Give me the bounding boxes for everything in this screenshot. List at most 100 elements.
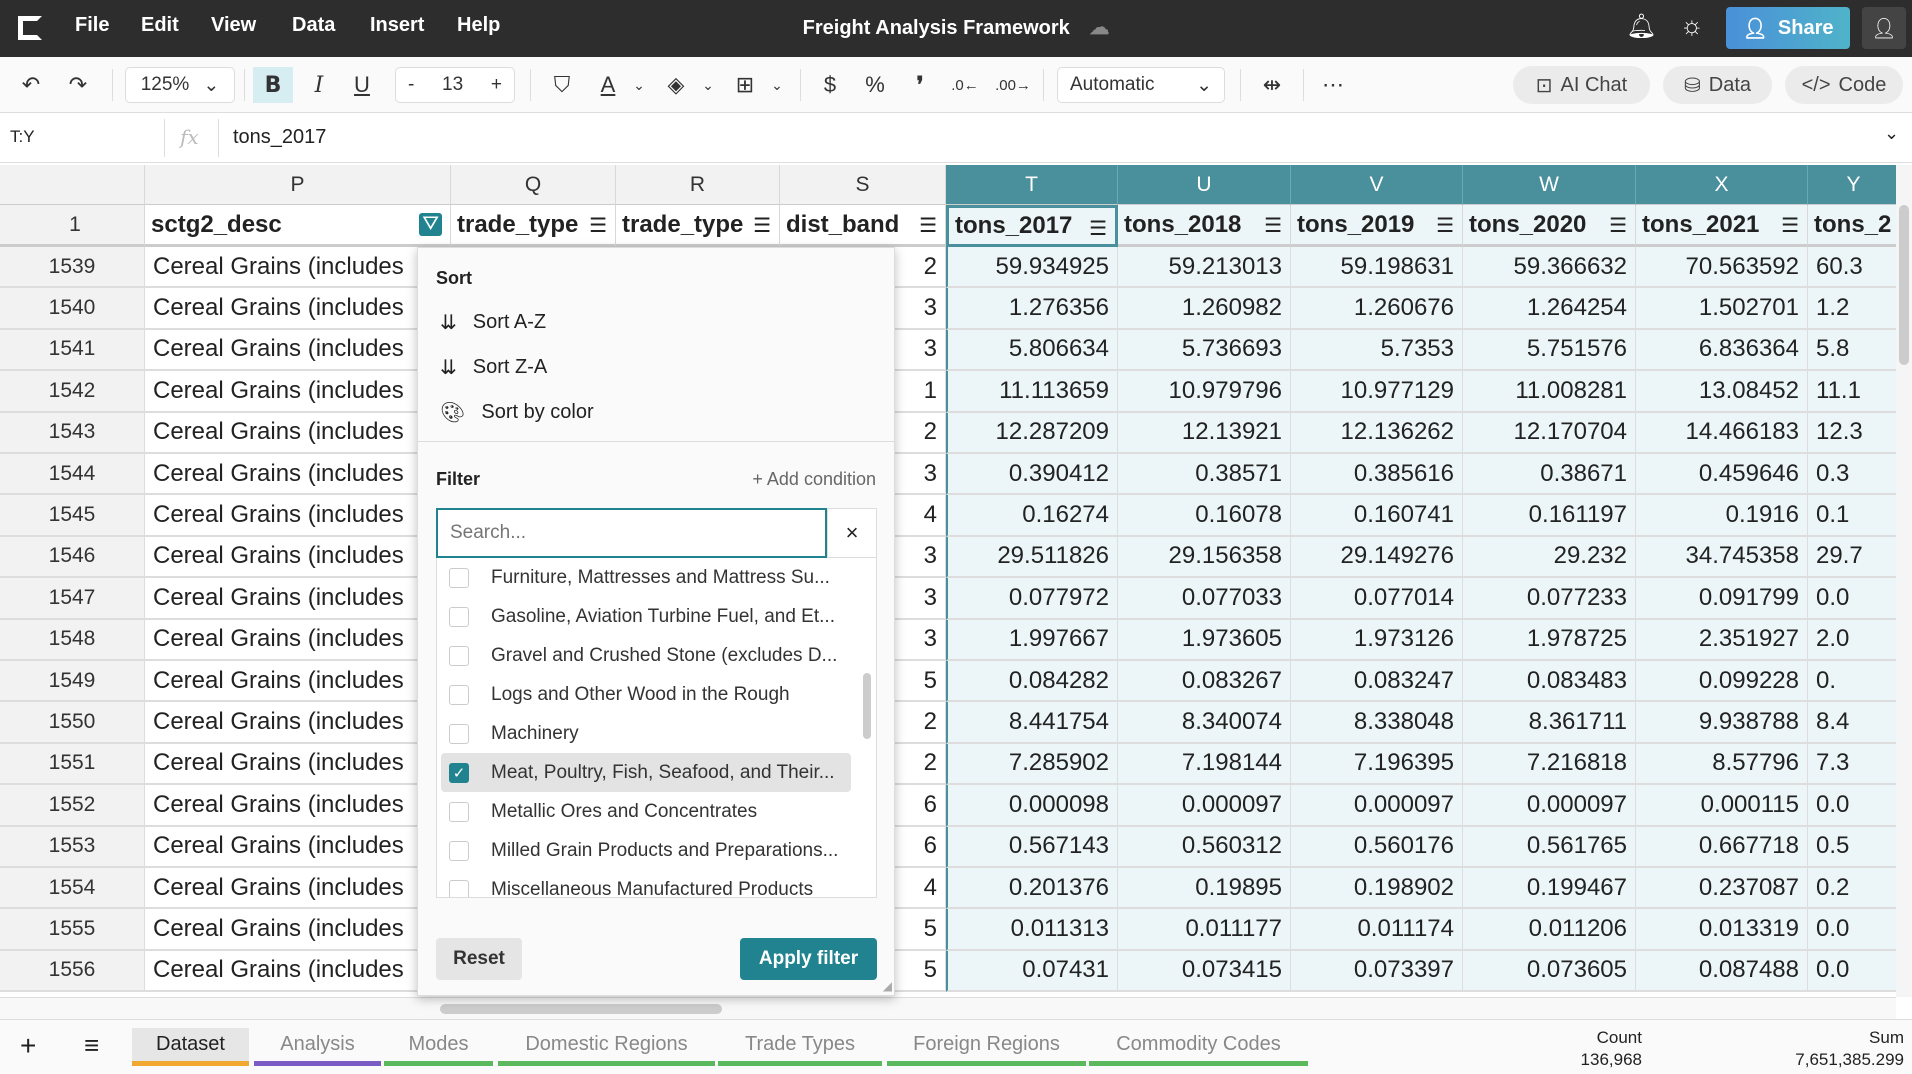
row-number[interactable]: 1539 xyxy=(0,247,145,288)
cell-sctg2-desc[interactable]: Cereal Grains (includes xyxy=(145,537,451,578)
cell-tons_2018[interactable]: 0.000097 xyxy=(1118,785,1291,826)
column-header-X[interactable]: X xyxy=(1636,165,1808,205)
cell-tons_2021[interactable]: 0.237087 xyxy=(1636,868,1808,909)
cell-sctg2-desc[interactable]: Cereal Grains (includes xyxy=(145,951,451,992)
row-number[interactable]: 1543 xyxy=(0,413,145,454)
formula-input[interactable]: tons_2017 xyxy=(233,126,326,149)
cell-sctg2-desc[interactable]: Cereal Grains (includes xyxy=(145,702,451,743)
wrap-text-icon[interactable]: ⇹ xyxy=(1256,67,1288,103)
filter-value-item[interactable]: Gravel and Crushed Stone (excludes D... xyxy=(441,636,851,675)
sheet-tab-trade-types[interactable]: Trade Types xyxy=(718,1028,882,1066)
cell-tons_2021[interactable]: 1.502701 xyxy=(1636,288,1808,329)
field-header-tons_2020[interactable]: tons_2020☰ xyxy=(1463,205,1636,247)
add-sheet-icon[interactable]: + xyxy=(20,1030,36,1062)
expand-formula-icon[interactable]: ⌄ xyxy=(1884,123,1899,144)
italic-button[interactable]: I xyxy=(303,67,335,103)
cell-tons_2018[interactable]: 29.156358 xyxy=(1118,537,1291,578)
cell-sctg2-desc[interactable]: Cereal Grains (includes xyxy=(145,495,451,536)
borders-icon[interactable]: ⊞ xyxy=(731,67,759,103)
cell-tons_2018[interactable]: 1.973605 xyxy=(1118,620,1291,661)
row-number[interactable]: 1555 xyxy=(0,909,145,950)
cell-tons_2020[interactable]: 0.199467 xyxy=(1463,868,1636,909)
cell-tons_2019[interactable]: 1.973126 xyxy=(1291,620,1463,661)
sheet-tab-dataset[interactable]: Dataset xyxy=(132,1028,249,1066)
cell-tons_2017[interactable]: 0.390412 xyxy=(946,454,1118,495)
cell-tons_2[interactable]: 0.5 xyxy=(1808,827,1896,868)
cell-sctg2-desc[interactable]: Cereal Grains (includes xyxy=(145,371,451,412)
cell-tons_2019[interactable]: 0.083247 xyxy=(1291,661,1463,702)
sort-z-a-option[interactable]: ⇊Sort Z-A xyxy=(440,355,547,380)
list-scrollbar[interactable] xyxy=(863,673,871,739)
cell-tons_2[interactable]: 0.0 xyxy=(1808,578,1896,619)
font-size-stepper[interactable]: -13+ xyxy=(395,67,515,103)
user-avatar-button[interactable]: 👤︎ xyxy=(1862,7,1906,49)
more-icon[interactable]: ⋯ xyxy=(1318,67,1348,103)
zoom-select[interactable]: 125%⌄ xyxy=(125,67,235,103)
reset-button[interactable]: Reset xyxy=(436,938,522,980)
cell-tons_2[interactable]: 0. xyxy=(1808,661,1896,702)
sheet-list-icon[interactable]: ≡ xyxy=(84,1030,99,1061)
cell-tons_2[interactable]: 7.3 xyxy=(1808,744,1896,785)
cell-tons_2017[interactable]: 0.077972 xyxy=(946,578,1118,619)
number-format-select[interactable]: Automatic⌄ xyxy=(1057,67,1225,103)
cell-tons_2019[interactable]: 29.149276 xyxy=(1291,537,1463,578)
cell-tons_2021[interactable]: 9.938788 xyxy=(1636,702,1808,743)
checkbox[interactable] xyxy=(449,685,469,705)
cell-tons_2[interactable]: 8.4 xyxy=(1808,702,1896,743)
chevron-down-icon[interactable]: ⌄ xyxy=(699,67,717,103)
row-number[interactable]: 1545 xyxy=(0,495,145,536)
apply-filter-button[interactable]: Apply filter xyxy=(740,938,877,980)
spreadsheet-grid[interactable]: 1Psctg2_desc⛛Qtrade_type☰Rtrade_type☰Sdi… xyxy=(0,165,1896,997)
paint-format-icon[interactable]: ⛉ xyxy=(548,67,576,103)
cell-sctg2-desc[interactable]: Cereal Grains (includes xyxy=(145,827,451,868)
checkbox[interactable]: ✓ xyxy=(449,763,469,783)
column-header-Q[interactable]: Q xyxy=(451,165,616,205)
row-number[interactable]: 1553 xyxy=(0,827,145,868)
cell-tons_2020[interactable]: 29.232 xyxy=(1463,537,1636,578)
sheet-tab-modes[interactable]: Modes xyxy=(384,1028,493,1066)
bold-button[interactable]: B xyxy=(253,67,293,103)
cell-tons_2017[interactable]: 0.567143 xyxy=(946,827,1118,868)
cell-tons_2017[interactable]: 8.441754 xyxy=(946,702,1118,743)
vertical-scrollbar[interactable] xyxy=(1896,165,1912,997)
decrease-decimal-icon[interactable]: .0← xyxy=(951,67,979,103)
filter-values-list[interactable]: Furniture, Mattresses and Mattress Su...… xyxy=(436,558,877,898)
active-filter-icon[interactable]: ⛛ xyxy=(419,213,442,236)
cell-tons_2021[interactable]: 2.351927 xyxy=(1636,620,1808,661)
row-number[interactable]: 1541 xyxy=(0,330,145,371)
filter-value-item[interactable]: Metallic Ores and Concentrates xyxy=(441,792,851,831)
field-header-dist_band[interactable]: dist_band☰ xyxy=(780,205,946,247)
column-header-T[interactable]: T xyxy=(946,165,1118,205)
row-number[interactable]: 1542 xyxy=(0,371,145,412)
cell-tons_2020[interactable]: 8.361711 xyxy=(1463,702,1636,743)
cell-sctg2-desc[interactable]: Cereal Grains (includes xyxy=(145,578,451,619)
bell-icon[interactable]: 🔔︎ xyxy=(1626,12,1656,41)
cell-tons_2019[interactable]: 0.160741 xyxy=(1291,495,1463,536)
sort-by-color-option[interactable]: 🎨︎Sort by color xyxy=(440,400,594,425)
row-number[interactable]: 1550 xyxy=(0,702,145,743)
cell-tons_2021[interactable]: 0.099228 xyxy=(1636,661,1808,702)
redo-icon[interactable]: ↷ xyxy=(63,67,93,103)
cell-tons_2019[interactable]: 7.196395 xyxy=(1291,744,1463,785)
cell-tons_2[interactable]: 1.2 xyxy=(1808,288,1896,329)
filter-icon[interactable]: ☰ xyxy=(1089,216,1107,241)
cell-tons_2018[interactable]: 0.077033 xyxy=(1118,578,1291,619)
cell-tons_2019[interactable]: 0.385616 xyxy=(1291,454,1463,495)
column-header-V[interactable]: V xyxy=(1291,165,1463,205)
row-number[interactable]: 1547 xyxy=(0,578,145,619)
cell-tons_2020[interactable]: 0.077233 xyxy=(1463,578,1636,619)
cell-tons_2017[interactable]: 0.011313 xyxy=(946,909,1118,950)
cell-tons_2020[interactable]: 59.366632 xyxy=(1463,247,1636,288)
row-number[interactable]: 1551 xyxy=(0,744,145,785)
data-button[interactable]: ⛁Data xyxy=(1663,66,1772,104)
cell-tons_2021[interactable]: 13.08452 xyxy=(1636,371,1808,412)
cell-reference[interactable]: T:Y xyxy=(10,127,35,147)
cell-tons_2018[interactable]: 5.736693 xyxy=(1118,330,1291,371)
percent-icon[interactable]: % xyxy=(861,67,889,103)
cell-tons_2021[interactable]: 34.745358 xyxy=(1636,537,1808,578)
column-header-W[interactable]: W xyxy=(1463,165,1636,205)
cell-tons_2017[interactable]: 0.07431 xyxy=(946,951,1118,992)
cell-tons_2019[interactable]: 0.077014 xyxy=(1291,578,1463,619)
cell-tons_2[interactable]: 5.8 xyxy=(1808,330,1896,371)
currency-icon[interactable]: $ xyxy=(816,67,844,103)
